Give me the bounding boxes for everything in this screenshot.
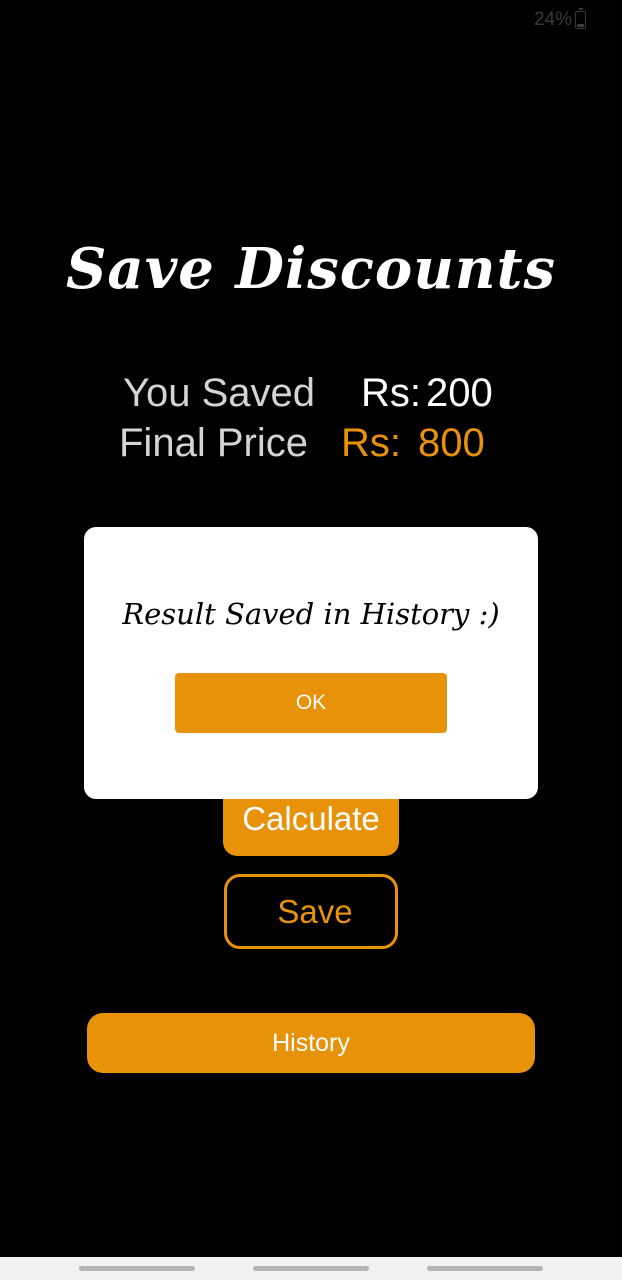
final-price-value: 800: [418, 421, 485, 465]
history-button[interactable]: History: [87, 1013, 535, 1073]
dialog-message: Result Saved in History :): [122, 597, 500, 631]
nav-home-handle[interactable]: [253, 1266, 369, 1271]
saved-value: 200: [426, 371, 493, 415]
app-title: Save Discounts: [65, 236, 557, 302]
final-price-label: Final Price: [119, 421, 308, 465]
saved-label: You Saved: [123, 371, 316, 415]
save-button[interactable]: Save: [224, 874, 398, 949]
navigation-bar: [0, 1257, 622, 1280]
status-bar: 24%: [534, 6, 586, 34]
nav-back-handle[interactable]: [427, 1266, 543, 1271]
battery-icon: [575, 8, 586, 29]
final-currency: Rs:: [341, 421, 401, 465]
saved-row: You Saved Rs: 200: [0, 368, 622, 418]
saved-currency: Rs:: [361, 371, 421, 415]
result-saved-dialog: Result Saved in History :) OK: [84, 527, 538, 799]
nav-recents-handle[interactable]: [79, 1266, 195, 1271]
dialog-ok-button[interactable]: OK: [175, 673, 447, 733]
battery-percentage: 24%: [533, 9, 572, 30]
final-price-row: Final Price Rs: 800: [0, 418, 622, 468]
